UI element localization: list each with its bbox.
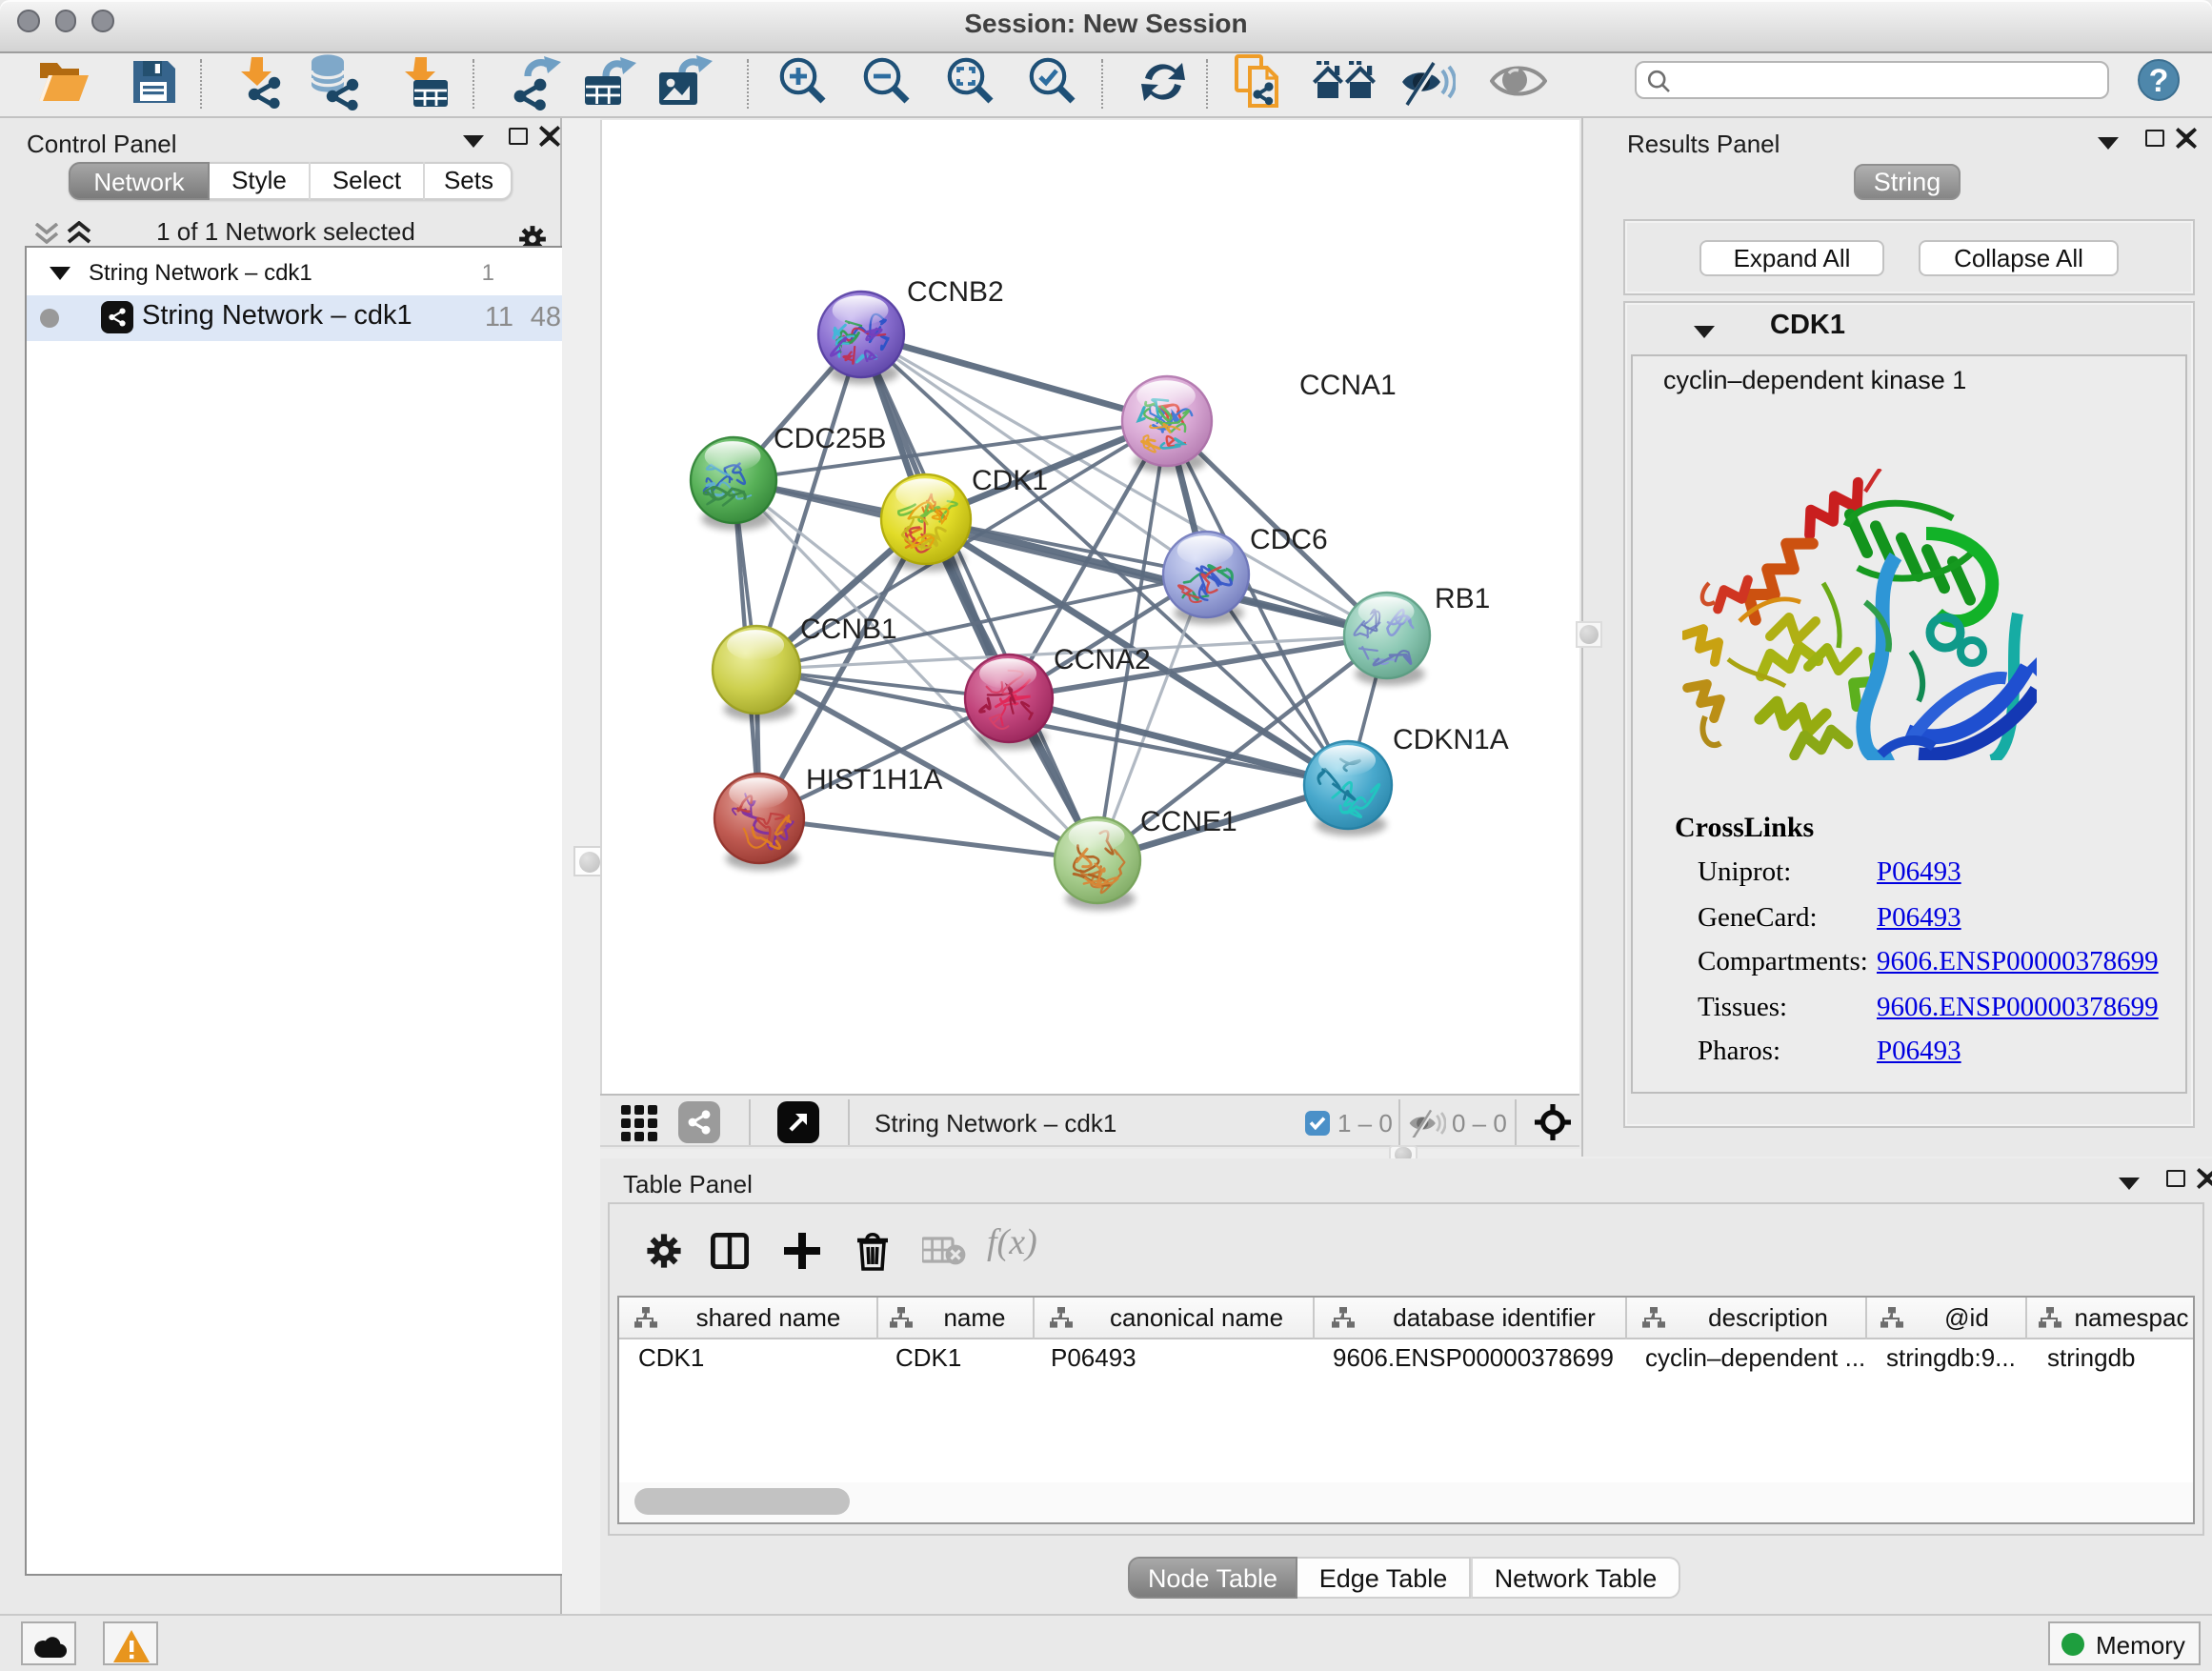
svg-text:CDK1: CDK1 [972, 464, 1048, 495]
svg-text:CCNB2: CCNB2 [907, 275, 1004, 307]
svg-text:CCNE1: CCNE1 [1140, 805, 1237, 836]
svg-text:HIST1H1A: HIST1H1A [806, 763, 942, 795]
svg-text:CCNA1: CCNA1 [1299, 369, 1397, 400]
svg-text:RB1: RB1 [1435, 582, 1490, 614]
svg-text:CDC6: CDC6 [1250, 523, 1328, 554]
svg-text:CCNA2: CCNA2 [1054, 643, 1151, 674]
svg-text:CDKN1A: CDKN1A [1393, 723, 1509, 755]
svg-text:CDC25B: CDC25B [774, 422, 886, 453]
svg-text:CCNB1: CCNB1 [800, 613, 897, 644]
